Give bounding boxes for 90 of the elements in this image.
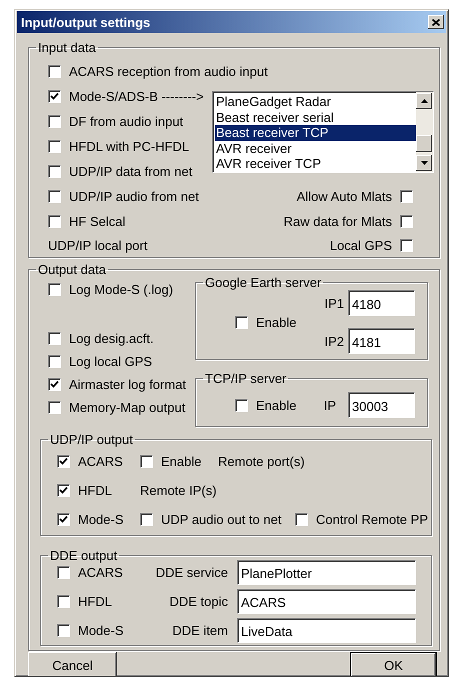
scroll-up-button[interactable] bbox=[416, 93, 432, 109]
list-item[interactable]: Beast receiver TCP bbox=[215, 125, 416, 140]
checkbox[interactable] bbox=[48, 140, 61, 153]
cancel-button[interactable]: Cancel bbox=[28, 652, 117, 676]
checkbox[interactable] bbox=[140, 455, 153, 468]
port-field[interactable]: 4180 bbox=[348, 290, 415, 316]
checkbox[interactable] bbox=[57, 624, 70, 637]
checkbox-label: Log local GPS bbox=[69, 354, 152, 369]
checkbox-label: Log desig.acft. bbox=[69, 331, 154, 346]
list-item[interactable]: PlaneGadget Radar bbox=[215, 94, 416, 110]
checkbox[interactable] bbox=[48, 332, 61, 345]
checkbox-label: Mode-S/ADS-B --------> bbox=[69, 89, 204, 104]
checkbox[interactable] bbox=[48, 378, 61, 391]
checkbox-label: Raw data for Mlats bbox=[284, 214, 392, 229]
port-field[interactable]: 4181 bbox=[348, 328, 415, 354]
checkbox-label: Local GPS bbox=[330, 238, 392, 252]
checkbox-label: Enable bbox=[256, 398, 296, 412]
port-label: IP bbox=[324, 398, 336, 412]
checkbox[interactable] bbox=[400, 215, 413, 228]
scrollbar-thumb[interactable] bbox=[416, 135, 432, 152]
checkbox[interactable] bbox=[48, 401, 61, 414]
checkbox-label: HFDL bbox=[78, 483, 112, 498]
checkbox-label: HFDL with PC-HFDL bbox=[69, 139, 190, 154]
checkbox[interactable] bbox=[57, 566, 70, 579]
checkbox-label: DF from audio input bbox=[69, 114, 184, 129]
port-label: IP2 bbox=[324, 334, 344, 348]
checkbox-label: UDP audio out to net bbox=[161, 512, 282, 527]
scroll-down-button[interactable] bbox=[416, 155, 432, 171]
checkbox[interactable] bbox=[48, 165, 61, 178]
checkbox[interactable] bbox=[57, 513, 70, 526]
checkbox-label: Mode-S bbox=[78, 512, 124, 527]
group-title: TCP/IP server bbox=[204, 371, 288, 386]
group-title: Input data bbox=[37, 40, 97, 55]
port-field[interactable]: 30003 bbox=[348, 392, 415, 418]
checkbox[interactable] bbox=[48, 215, 61, 228]
checkbox-label: Control Remote PP bbox=[316, 512, 428, 527]
scrollbar[interactable] bbox=[416, 92, 433, 172]
checkbox-label: Mode-S bbox=[78, 623, 124, 638]
field-label: DDE topic bbox=[168, 594, 228, 609]
text-field[interactable]: ACARS bbox=[237, 589, 416, 614]
checkbox[interactable] bbox=[400, 238, 413, 252]
checkbox-label: HFDL bbox=[78, 594, 112, 609]
group-title: DDE output bbox=[49, 548, 118, 563]
checkbox-label: Memory-Map output bbox=[69, 400, 186, 415]
group-title: Google Earth server bbox=[204, 275, 322, 290]
checkbox-label: UDP/IP data from net bbox=[69, 164, 192, 179]
checkbox-label: Allow Auto Mlats bbox=[296, 189, 392, 204]
close-icon bbox=[432, 18, 440, 26]
close-button[interactable] bbox=[428, 15, 444, 29]
field-label: DDE service bbox=[154, 565, 228, 580]
checkbox[interactable] bbox=[48, 115, 61, 128]
checkbox[interactable] bbox=[295, 513, 308, 526]
list-item[interactable]: AVR receiver bbox=[215, 140, 416, 156]
checkbox-label: ACARS reception from audio input bbox=[69, 64, 268, 79]
checkbox[interactable] bbox=[235, 398, 248, 412]
remote-ips-label: Remote IP(s) bbox=[140, 483, 217, 498]
checkbox[interactable] bbox=[235, 316, 248, 328]
checkbox-label: ACARS bbox=[78, 454, 123, 469]
checkbox-label: Enable bbox=[161, 454, 202, 469]
window-title: Input/output settings bbox=[20, 14, 150, 30]
checkbox-label: ACARS bbox=[78, 565, 123, 580]
port-label: UDP/IP local port bbox=[48, 238, 148, 252]
list-item[interactable]: AVR receiver TCP bbox=[215, 156, 416, 172]
checkbox[interactable] bbox=[48, 65, 61, 78]
checkbox[interactable] bbox=[48, 355, 61, 368]
receiver-list[interactable]: PlaneGadget Radar Beast receiver serial Beast receiver TCP AVR receiver AVR receiver TCP bbox=[212, 91, 434, 173]
checkbox[interactable] bbox=[48, 90, 61, 103]
checkbox[interactable] bbox=[57, 595, 70, 608]
checkbox[interactable] bbox=[140, 513, 153, 526]
list-item[interactable]: Beast receiver serial bbox=[215, 110, 416, 125]
group-title: Output data bbox=[37, 262, 107, 277]
ok-button[interactable]: OK bbox=[350, 652, 437, 676]
field-label: DDE item bbox=[171, 623, 228, 638]
group-title: UDP/IP output bbox=[49, 432, 134, 447]
checkbox[interactable] bbox=[57, 484, 70, 497]
text-field[interactable]: PlanePlotter bbox=[237, 560, 416, 585]
checkbox-label: HF Selcal bbox=[69, 214, 126, 229]
down-arrow-icon bbox=[420, 161, 428, 165]
checkbox[interactable] bbox=[57, 455, 70, 468]
up-arrow-icon bbox=[420, 99, 428, 103]
checkbox[interactable] bbox=[48, 190, 61, 203]
checkbox-label: Log Mode-S (.log) bbox=[69, 282, 174, 297]
checkbox-label: Airmaster log format bbox=[69, 377, 186, 392]
checkbox-label: UDP/IP audio from net bbox=[69, 189, 199, 204]
remote-ports-label: Remote port(s) bbox=[218, 454, 305, 469]
checkbox[interactable] bbox=[48, 283, 61, 296]
port-label: IP1 bbox=[324, 296, 344, 310]
checkbox-label: Enable bbox=[256, 314, 296, 330]
text-field[interactable]: LiveData bbox=[237, 618, 416, 643]
checkbox[interactable] bbox=[400, 190, 413, 203]
